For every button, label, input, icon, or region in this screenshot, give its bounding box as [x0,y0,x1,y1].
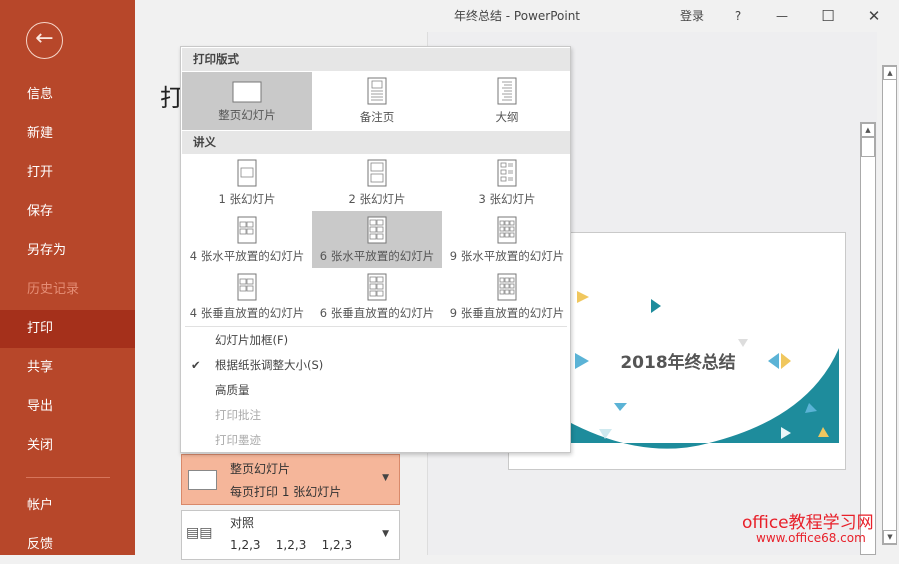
menu-option-label: 高质量 [215,383,250,397]
sidebar-item[interactable]: 信息 [0,76,135,114]
h9-layout-icon [442,216,572,244]
collate-icon: ▤▤ [186,525,213,541]
layout-option-h6[interactable]: 6 张垂直放置的幻灯片 [312,268,442,325]
notes-layout-icon [312,77,442,105]
dropdown-title: 整页幻灯片 [230,462,291,476]
backstage-sidebar: ← 信息 新建 打开 保存 另存为 历史记录 打印 共享 导出 关闭 帐户 反馈 [0,0,135,555]
menu-option[interactable]: ✔ 根据纸张调整大小(S) [181,353,570,378]
sidebar-item[interactable]: 保存 [0,193,135,231]
watermark-url: www.office68.com [756,531,866,545]
collate-dropdown[interactable]: ▤▤ 对照 1,2,3 1,2,3 1,2,3 ▼ [181,510,400,560]
preview-scrollbar[interactable]: ▲ [860,122,876,555]
arrow-left-icon: ← [35,26,54,51]
menu-option[interactable]: 高质量 [181,378,570,403]
layout-option-label: 整页幻灯片 [218,108,276,122]
dropdown-subtitle: 每页打印 1 张幻灯片 [230,485,342,499]
h2-layout-icon [312,159,442,187]
sidebar-item: 历史记录 [27,282,80,297]
chevron-down-icon: ▼ [382,473,389,483]
h3-layout-icon [442,159,572,187]
section-header-print-layout: 打印版式 [182,48,570,71]
sidebar-item-feedback[interactable]: 反馈 [0,526,135,564]
sidebar-item[interactable]: 共享 [0,349,135,387]
menu-option-label: 打印墨迹 [215,433,261,447]
sidebar-item[interactable]: 导出 [0,388,135,426]
layout-option-label: 1 张幻灯片 [218,192,276,206]
h1-layout-icon [182,159,312,187]
sidebar-item[interactable]: 新建 [0,115,135,153]
menu-option[interactable]: 幻灯片加框(F) [181,328,570,353]
menu-option-label: 根据纸张调整大小(S) [215,358,324,372]
layout-option-label: 4 张水平放置的幻灯片 [189,249,305,263]
help-button[interactable]: ? [726,0,750,32]
layout-option-h9[interactable]: 9 张水平放置的幻灯片 [442,211,572,268]
login-link[interactable]: 登录 [672,0,712,32]
layout-option-label: 3 张幻灯片 [478,192,536,206]
outline-layout-icon [442,77,572,105]
layout-option-h9[interactable]: 9 张垂直放置的幻灯片 [442,268,572,325]
sidebar-item[interactable]: 打开 [0,154,135,192]
minimize-button[interactable]: — [766,0,798,32]
watermark-title: office教程学习网 [742,513,874,533]
sidebar-item-account[interactable]: 帐户 [0,487,135,525]
layout-option-h3[interactable]: 3 张幻灯片 [442,154,572,211]
full-slide-icon [188,470,217,490]
layout-option-h4[interactable]: 4 张水平放置的幻灯片 [182,211,312,268]
layout-option-outline[interactable]: 大纲 [442,72,572,130]
scroll-down-button[interactable]: ▼ [883,530,897,544]
h6-layout-icon [312,273,442,301]
scroll-up-button[interactable]: ▲ [861,123,875,137]
layout-option-label: 9 张水平放置的幻灯片 [449,249,565,263]
menu-separator [185,326,567,327]
layout-option-h6[interactable]: 6 张水平放置的幻灯片 [312,211,442,268]
scroll-thumb[interactable] [861,137,875,157]
layout-option-label: 6 张垂直放置的幻灯片 [319,306,435,320]
layout-option-label: 大纲 [495,110,519,124]
full-layout-icon [182,81,312,103]
section-header-handouts: 讲义 [182,131,570,154]
dropdown-title: 对照 [230,516,255,530]
maximize-button[interactable]: ☐ [812,0,844,32]
layout-option-notes[interactable]: 备注页 [312,72,442,130]
check-icon: ✔ [191,358,201,372]
sidebar-item[interactable]: 打印 [0,310,135,348]
h6-layout-icon [312,216,442,244]
chevron-down-icon: ▼ [382,529,389,539]
print-layout-menu: 打印版式 讲义 整页幻灯片 备注页 大纲 1 张幻灯片 2 张幻灯片 3 张幻灯片 4 张水… [180,46,571,453]
layout-option-label: 9 张垂直放置的幻灯片 [449,306,565,320]
menu-option-label: 打印批注 [215,408,261,422]
layout-option-h2[interactable]: 2 张幻灯片 [312,154,442,211]
layout-option-full[interactable]: 整页幻灯片 [182,72,312,130]
h4-layout-icon [182,216,312,244]
sidebar-item[interactable]: 另存为 [0,232,135,270]
sidebar-item[interactable]: 关闭 [0,427,135,465]
dropdown-subtitle: 1,2,3 1,2,3 1,2,3 [230,538,353,552]
layout-option-label: 备注页 [359,110,395,124]
h9-layout-icon [442,273,572,301]
scroll-up-button[interactable]: ▲ [883,66,897,80]
page-scrollbar[interactable]: ▲ ▼ [882,65,897,545]
close-button[interactable]: ✕ [858,0,890,32]
layout-option-h4[interactable]: 4 张垂直放置的幻灯片 [182,268,312,325]
sidebar-divider [26,477,110,478]
menu-option: 打印批注 [181,403,570,428]
menu-option: 打印墨迹 [181,428,570,453]
layout-option-h1[interactable]: 1 张幻灯片 [182,154,312,211]
h4-layout-icon [182,273,312,301]
back-button[interactable]: ← [26,22,63,59]
menu-option-label: 幻灯片加框(F) [215,333,289,347]
print-layout-dropdown[interactable]: 整页幻灯片 每页打印 1 张幻灯片 ▼ [181,454,400,505]
layout-option-label: 4 张垂直放置的幻灯片 [189,306,305,320]
layout-option-label: 6 张水平放置的幻灯片 [319,249,435,263]
layout-option-label: 2 张幻灯片 [348,192,406,206]
